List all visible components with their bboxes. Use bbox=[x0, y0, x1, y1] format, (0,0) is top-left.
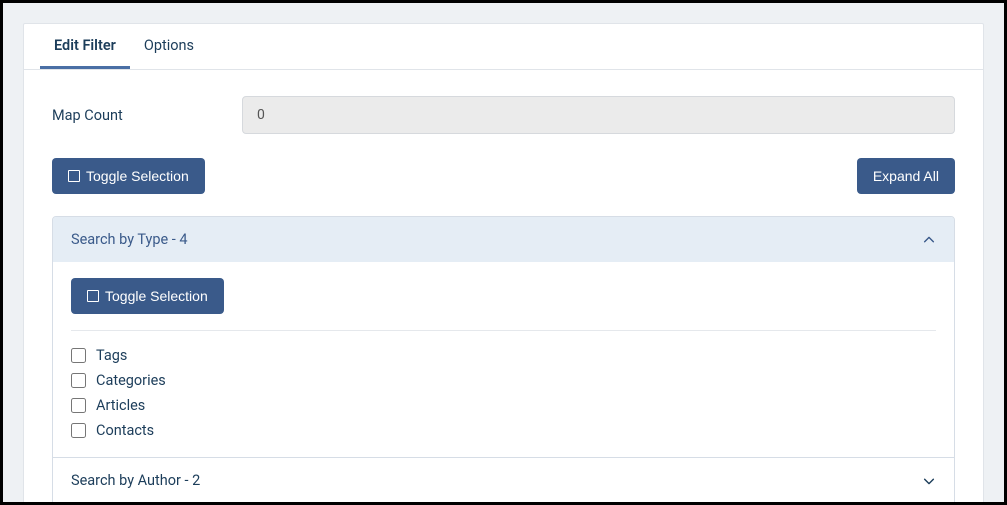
accordion-item-author: Search by Author - 2 bbox=[53, 457, 954, 502]
checkbox-articles[interactable] bbox=[71, 398, 86, 413]
accordion-body-type: Toggle Selection Tags Categories bbox=[53, 262, 954, 457]
label-articles: Articles bbox=[96, 397, 145, 414]
map-count-label: Map Count bbox=[52, 107, 242, 124]
toggle-selection-type-label: Toggle Selection bbox=[105, 288, 208, 304]
tab-edit-filter[interactable]: Edit Filter bbox=[40, 24, 130, 69]
accordion-header-type[interactable]: Search by Type - 4 bbox=[53, 217, 954, 262]
toggle-selection-type-button[interactable]: Toggle Selection bbox=[71, 278, 224, 314]
checkbox-categories[interactable] bbox=[71, 373, 86, 388]
tab-content: Map Count 0 Toggle Selection Expand All … bbox=[24, 70, 983, 502]
page-background: Edit Filter Options Map Count 0 Toggle S… bbox=[3, 3, 1004, 502]
label-tags: Tags bbox=[96, 347, 127, 364]
filter-option-tags[interactable]: Tags bbox=[71, 343, 936, 368]
map-count-value: 0 bbox=[242, 96, 955, 134]
label-contacts: Contacts bbox=[96, 422, 154, 439]
divider bbox=[71, 330, 936, 331]
checkbox-icon bbox=[68, 170, 80, 182]
chevron-down-icon bbox=[922, 474, 936, 488]
label-categories: Categories bbox=[96, 372, 166, 389]
checkbox-contacts[interactable] bbox=[71, 423, 86, 438]
expand-all-button[interactable]: Expand All bbox=[857, 158, 955, 194]
tab-bar: Edit Filter Options bbox=[24, 24, 983, 70]
toggle-selection-label: Toggle Selection bbox=[86, 168, 189, 184]
toggle-selection-button[interactable]: Toggle Selection bbox=[52, 158, 205, 194]
accordion-title-type: Search by Type - 4 bbox=[71, 231, 188, 248]
filter-option-categories[interactable]: Categories bbox=[71, 368, 936, 393]
tab-options[interactable]: Options bbox=[130, 24, 208, 69]
map-count-row: Map Count 0 bbox=[52, 96, 955, 134]
accordion-item-type: Search by Type - 4 Toggle Selection bbox=[53, 217, 954, 457]
filter-option-articles[interactable]: Articles bbox=[71, 393, 936, 418]
filter-accordion: Search by Type - 4 Toggle Selection bbox=[52, 216, 955, 502]
checkbox-icon bbox=[87, 290, 99, 302]
expand-all-label: Expand All bbox=[873, 168, 939, 184]
accordion-header-author[interactable]: Search by Author - 2 bbox=[53, 457, 954, 502]
filter-panel: Edit Filter Options Map Count 0 Toggle S… bbox=[23, 23, 984, 502]
accordion-title-author: Search by Author - 2 bbox=[71, 472, 200, 489]
button-row: Toggle Selection Expand All bbox=[52, 158, 955, 194]
filter-option-contacts[interactable]: Contacts bbox=[71, 418, 936, 443]
chevron-up-icon bbox=[922, 233, 936, 247]
checkbox-tags[interactable] bbox=[71, 348, 86, 363]
